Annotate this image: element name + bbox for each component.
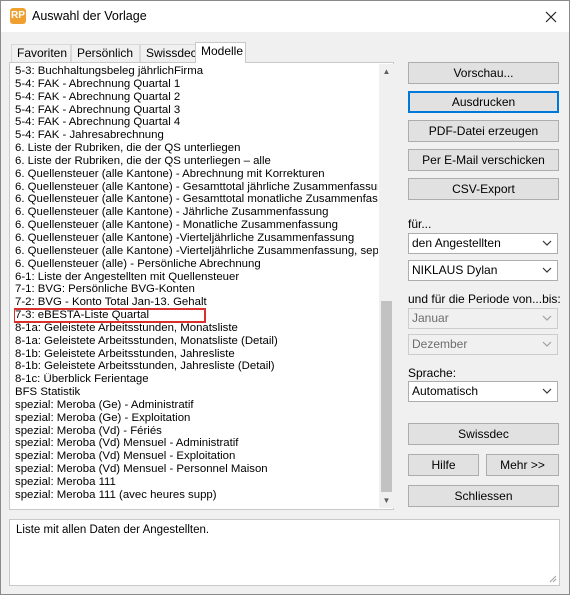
csv-export-button[interactable]: CSV-Export [408, 178, 559, 200]
template-list-panel: 5-3: Buchhaltungsbeleg jährlichFirma 5-4:… [9, 62, 394, 510]
list-item[interactable]: spezial: Meroba (Vd) - Fériés [14, 425, 378, 438]
tab-swissdec[interactable]: Swissdec [140, 44, 197, 62]
tab-persoenlich[interactable]: Persönlich [71, 44, 140, 62]
close-button[interactable]: Schliessen [408, 485, 559, 507]
list-item[interactable]: spezial: Meroba (Ge) - Administratif [14, 399, 378, 412]
list-item[interactable]: 6. Liste der Rubriken, die der QS unterl… [14, 142, 378, 155]
swissdec-button[interactable]: Swissdec [408, 423, 559, 445]
list-item[interactable]: 7-3: eBESTA-Liste Quartal [14, 308, 206, 323]
chevron-down-icon [542, 341, 552, 347]
list-item[interactable]: spezial: Meroba (Ge) - Exploitation [14, 412, 378, 425]
list-scrollbar[interactable]: ▲ ▼ [379, 64, 394, 508]
period-from-value: Januar [412, 311, 449, 325]
dialog-body: Favoriten Persönlich Swissdec Modelle 5-… [1, 32, 569, 594]
period-to-value: Dezember [412, 337, 468, 351]
period-label: und für die Periode von...bis: [408, 292, 561, 306]
description-text: Liste mit allen Daten der Angestellten. [16, 524, 210, 536]
list-item[interactable]: BFS Statistik [14, 386, 378, 399]
tab-favoriten[interactable]: Favoriten [11, 44, 71, 62]
list-item[interactable]: 5-4: FAK - Abrechnung Quartal 2 [14, 91, 378, 104]
close-icon-glyph [545, 11, 557, 23]
chevron-down-icon [542, 315, 552, 321]
print-button[interactable]: Ausdrucken [408, 91, 559, 113]
for-select[interactable]: den Angestellten [408, 233, 558, 254]
list-item[interactable]: 6. Quellensteuer (alle Kantone) - Gesamt… [14, 193, 378, 206]
period-from-select: Januar [408, 308, 558, 329]
list-item[interactable]: 6. Quellensteuer (alle) - Persönliche Ab… [14, 258, 378, 271]
employee-select[interactable]: NIKLAUS Dylan [408, 260, 558, 281]
list-item[interactable]: 6. Quellensteuer (alle Kantone) -Viertel… [14, 232, 378, 245]
more-button[interactable]: Mehr >> [486, 454, 559, 476]
title-bar[interactable]: RP Auswahl der Vorlage [1, 1, 569, 32]
for-select-value: den Angestellten [412, 236, 501, 250]
report-template-dialog: RP Auswahl der Vorlage Favoriten Persönl… [0, 0, 570, 595]
list-item[interactable]: 5-4: FAK - Abrechnung Quartal 4 [14, 116, 378, 129]
list-item[interactable]: spezial: Meroba (Vd) Mensuel - Administr… [14, 437, 378, 450]
period-to-select: Dezember [408, 334, 558, 355]
language-select-value: Automatisch [412, 384, 479, 398]
list-item[interactable]: 5-4: FAK - Abrechnung Quartal 3 [14, 104, 378, 117]
employee-select-value: NIKLAUS Dylan [412, 263, 498, 277]
window-title: Auswahl der Vorlage [32, 9, 147, 23]
list-item[interactable]: 6. Liste der Rubriken, die der QS unterl… [14, 155, 378, 168]
list-item[interactable]: spezial: Meroba (Vd) Mensuel - Personnel… [14, 463, 378, 476]
close-icon[interactable] [533, 1, 569, 32]
scroll-up-icon[interactable]: ▲ [379, 64, 394, 79]
language-label: Sprache: [408, 366, 457, 380]
chevron-down-icon [542, 388, 552, 394]
list-item[interactable]: 6. Quellensteuer (alle Kantone) -Viertel… [14, 245, 378, 258]
list-item[interactable]: spezial: Meroba (Vd) Mensuel - Exploitat… [14, 450, 378, 463]
description-box: Liste mit allen Daten der Angestellten. [9, 519, 560, 586]
for-label: für... [408, 217, 432, 231]
list-item[interactable]: spezial: Meroba 111 (avec heures supp) [14, 489, 378, 502]
list-item[interactable]: 8-1a: Geleistete Arbeitsstunden, Monatsl… [14, 322, 378, 335]
list-item[interactable]: 6. Quellensteuer (alle Kantone) - Abrech… [14, 168, 378, 181]
pdf-export-button[interactable]: PDF-Datei erzeugen [408, 120, 559, 142]
list-item[interactable]: 6-1: Liste der Angestellten mit Quellens… [14, 271, 378, 284]
list-item[interactable]: 8-1a: Geleistete Arbeitsstunden, Monatsl… [14, 335, 378, 348]
template-list[interactable]: 5-3: Buchhaltungsbeleg jährlichFirma 5-4:… [14, 65, 378, 507]
resize-grip-icon[interactable] [547, 573, 557, 583]
list-item[interactable]: 6. Quellensteuer (alle Kantone) - Gesamt… [14, 181, 378, 194]
list-item[interactable]: 8-1b: Geleistete Arbeitsstunden, Jahresl… [14, 348, 378, 361]
list-item[interactable]: 7-2: BVG - Konto Total Jan-13. Gehalt [14, 296, 378, 309]
language-select[interactable]: Automatisch [408, 381, 558, 402]
list-item[interactable]: 5-4: FAK - Jahresabrechnung [14, 129, 378, 142]
tab-modelle[interactable]: Modelle [195, 42, 246, 63]
chevron-down-icon [542, 240, 552, 246]
list-item[interactable]: 7-1: BVG: Persönliche BVG-Konten [14, 283, 378, 296]
list-item[interactable]: 5-3: Buchhaltungsbeleg jährlichFirma [14, 65, 378, 78]
preview-button[interactable]: Vorschau... [408, 62, 559, 84]
help-button[interactable]: Hilfe [408, 454, 479, 476]
list-item[interactable]: 6. Quellensteuer (alle Kantone) - Monatl… [14, 219, 378, 232]
chevron-down-icon [542, 267, 552, 273]
list-item[interactable]: spezial: Meroba 111 [14, 476, 378, 489]
scroll-thumb[interactable] [381, 301, 392, 492]
app-icon: RP [10, 8, 26, 24]
list-item[interactable]: 8-1b: Geleistete Arbeitsstunden, Jahresl… [14, 360, 378, 373]
scroll-down-icon[interactable]: ▼ [379, 493, 394, 508]
list-item[interactable]: 6. Quellensteuer (alle Kantone) - Jährli… [14, 206, 378, 219]
email-send-button[interactable]: Per E-Mail verschicken [408, 149, 559, 171]
list-item[interactable]: 5-4: FAK - Abrechnung Quartal 1 [14, 78, 378, 91]
list-item[interactable]: 8-1c: Überblick Ferientage [14, 373, 378, 386]
